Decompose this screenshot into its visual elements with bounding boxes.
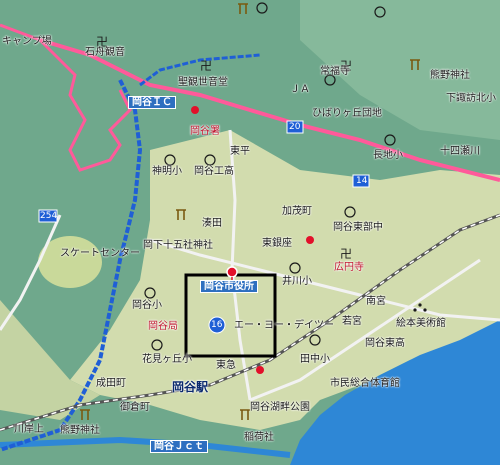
city-hall-marker [226, 266, 238, 278]
label-kotouhei: 東平 [230, 146, 250, 157]
label-minato: 湊田 [202, 218, 222, 229]
label-kumano-top: 熊野神社 [430, 70, 470, 81]
label-shimosuwa-kita: 下諏訪北小 [446, 93, 496, 104]
label-shinmeishou: 神明小 [152, 166, 182, 177]
label-tokiwa-temple: 常福寺 [320, 66, 350, 77]
label-okaya-higashi-jhs: 岡谷東部中 [333, 222, 383, 233]
label-higashi-ginza: 東銀座 [262, 238, 292, 249]
label-okaya-elem: 岡谷小 [132, 300, 162, 311]
label-kamo: 加茂町 [282, 206, 312, 217]
label-minami-miya: 南宮 [366, 296, 386, 307]
label-okashita: 岡下十五社神社 [143, 240, 213, 251]
route-254-number: 254 [40, 211, 58, 221]
label-inari: 稲荷社 [244, 432, 274, 443]
route-16-number: 16 [211, 320, 223, 330]
label-ii-elementary: 井川小 [282, 276, 312, 287]
label-okaya-lake-park: 岡谷湖畔公園 [250, 402, 310, 413]
label-okaya-jct: 岡谷Ｊｃｔ [150, 440, 208, 453]
label-okaya-station-police: 岡谷局 [148, 321, 178, 332]
post-office-icon [256, 366, 264, 374]
map-canvas: 卍 卍 卍 卍 [0, 0, 500, 465]
label-hibarigaoka: ひばりヶ丘団地 [312, 108, 382, 119]
label-camp: キャンプ場 [2, 36, 52, 47]
label-wakamiya: 若宮 [342, 316, 362, 327]
label-seikenze-kannon: 聖観世音堂 [178, 77, 228, 88]
label-ehon: 絵本美術館 [396, 318, 446, 329]
label-nagachi: 長地小 [373, 150, 403, 161]
post-office-icon [306, 236, 314, 244]
label-okaya-station: 岡谷駅 [172, 380, 209, 394]
label-omiya: 御倉町 [120, 402, 150, 413]
police-icon [191, 106, 199, 114]
label-hanami-elem: 花見ヶ丘小 [142, 354, 192, 365]
temple-icon: 卍 [200, 59, 212, 73]
label-okaya-ic: 岡谷ＩＣ [128, 96, 176, 109]
temple-icon: 卍 [340, 247, 352, 261]
label-ja: ＪＡ [290, 84, 310, 95]
label-skate: スケートセンター [60, 248, 140, 259]
label-aeon: エー・ヨー・デイツー [234, 320, 334, 331]
label-shimin-gym: 市民総合体育館 [330, 378, 400, 389]
label-narita: 成田町 [96, 378, 126, 389]
label-okaya-kougyou: 岡谷工高 [194, 166, 234, 177]
map-viewport[interactable]: 卍 卍 卍 卍 キャンプ場 石舟観音 聖観世音堂 岡谷ＩＣ 岡谷署 東平 神明小… [0, 0, 500, 465]
label-kawagishi: 川岸上 [14, 424, 44, 435]
route-14-number: 14 [356, 176, 368, 186]
label-ishibu-kannon: 石舟観音 [85, 47, 125, 58]
label-okaya-police: 岡谷署 [190, 126, 220, 137]
label-okaya-higashi: 岡谷東高 [365, 338, 405, 349]
label-okaya-cityhall: 岡谷市役所 [200, 280, 258, 293]
label-juyonse: 十四瀬川 [440, 146, 480, 157]
label-komon-temple: 広円寺 [334, 262, 364, 273]
label-tanaka-elem: 田中小 [300, 354, 330, 365]
label-tokai: 東急 [216, 360, 236, 371]
route-20-number: 20 [289, 122, 301, 132]
label-kumano-bottom: 熊野神社 [60, 425, 100, 436]
